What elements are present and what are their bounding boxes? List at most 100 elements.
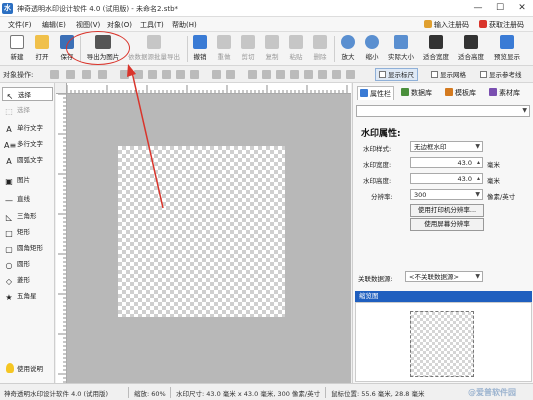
tool-select[interactable]: ↖ 选择: [2, 87, 53, 101]
tool-rectangle[interactable]: □ 矩形: [2, 225, 53, 239]
tool-star-label: 五角星: [17, 292, 37, 300]
align-middle-icon[interactable]: [176, 70, 185, 79]
tab-templates[interactable]: 模板库: [445, 86, 476, 100]
redo-label: 重做: [217, 53, 231, 61]
watermark-canvas[interactable]: [118, 146, 285, 317]
rotate-left-icon[interactable]: [248, 70, 257, 79]
redo-button[interactable]: 重做: [214, 34, 234, 64]
copy-button[interactable]: 复制: [262, 34, 282, 64]
tab-database-label: 数据库: [411, 89, 432, 97]
datasource-select[interactable]: <不关联数据源> ▼: [405, 271, 483, 282]
use-screen-resolution-button[interactable]: 使用屏幕分辨率: [410, 218, 484, 231]
menu-help[interactable]: 帮助(H): [172, 20, 197, 30]
tool-arc-text[interactable]: A 圆弧文字: [2, 153, 53, 167]
actual-size-button[interactable]: 实际大小: [385, 34, 417, 64]
align-bottom-icon[interactable]: [190, 70, 199, 79]
cut-button[interactable]: 剪切: [238, 34, 258, 64]
menu-view[interactable]: 视图(V): [76, 20, 100, 30]
align-right-icon[interactable]: [148, 70, 157, 79]
tool-star[interactable]: ★ 五角星: [2, 289, 53, 303]
vertical-ruler[interactable]: [56, 94, 67, 383]
tab-database[interactable]: 数据库: [401, 86, 432, 100]
new-button[interactable]: 新建: [6, 34, 28, 64]
distribute-h-icon[interactable]: [212, 70, 221, 79]
tool-triangle[interactable]: ◺ 三角形: [2, 209, 53, 223]
spinner-icon[interactable]: ▴: [477, 174, 480, 184]
preview-button[interactable]: 预览显示: [490, 34, 524, 64]
rotate-right-icon[interactable]: [262, 70, 271, 79]
align-left-icon[interactable]: [120, 70, 129, 79]
distribute-v-icon[interactable]: [226, 70, 235, 79]
tool-single-text[interactable]: A 单行文字: [2, 121, 53, 135]
zoom-out-button[interactable]: 缩小: [362, 34, 382, 64]
menu-file[interactable]: 文件(F): [8, 20, 32, 30]
fit-height-button[interactable]: 适合高度: [455, 34, 487, 64]
tool-multi-text[interactable]: A≡多行文字: [2, 137, 53, 151]
new-file-icon: [10, 35, 24, 49]
flip-h-icon[interactable]: [276, 70, 285, 79]
align-center-icon[interactable]: [134, 70, 143, 79]
tool-rounded-rect[interactable]: ▢ 圆角矩形: [2, 241, 53, 255]
flip-v-icon[interactable]: [290, 70, 299, 79]
maximize-button[interactable]: ☐: [489, 0, 511, 16]
style-label: 水印样式:: [363, 145, 392, 153]
zoom-in-button[interactable]: 放大: [338, 34, 358, 64]
unlock-icon[interactable]: [346, 70, 355, 79]
height-input[interactable]: 43.0 ▴: [410, 173, 483, 184]
resolution-select[interactable]: 300 ▼: [410, 189, 483, 200]
get-registration-link[interactable]: 获取注册码: [479, 20, 524, 30]
main-toolbar: 新建 打开 保存 导出为图片 依数据源批量导出 撤销 重做 剪切 复制 粘贴 删…: [0, 32, 533, 66]
tab-materials[interactable]: 素材库: [489, 86, 520, 100]
send-back-icon[interactable]: [66, 70, 75, 79]
menu-object[interactable]: 对象(O): [107, 20, 132, 30]
send-backward-icon[interactable]: [98, 70, 107, 79]
show-guides-toggle[interactable]: 显示参考线: [476, 68, 526, 81]
undo-label: 撤销: [193, 53, 207, 61]
bring-front-icon[interactable]: [50, 70, 59, 79]
tab-properties[interactable]: 属性栏: [357, 86, 394, 100]
ungroup-icon[interactable]: [318, 70, 327, 79]
style-value: 无边框水印: [414, 143, 447, 151]
open-button[interactable]: 打开: [31, 34, 53, 64]
align-top-icon[interactable]: [162, 70, 171, 79]
export-image-button[interactable]: 导出为图片: [80, 34, 126, 64]
undo-button[interactable]: 撤销: [190, 34, 210, 64]
bring-forward-icon[interactable]: [82, 70, 91, 79]
group-icon[interactable]: [304, 70, 313, 79]
lock-icon[interactable]: [332, 70, 341, 79]
object-select[interactable]: ▼: [356, 105, 530, 117]
star-icon: ★: [5, 293, 13, 302]
spinner-icon[interactable]: ▴: [477, 158, 480, 168]
help-link[interactable]: 使用说明: [6, 363, 43, 373]
width-input[interactable]: 43.0 ▴: [410, 157, 483, 168]
minimize-button[interactable]: —: [467, 0, 489, 16]
canvas-workspace[interactable]: [67, 94, 351, 383]
menu-edit[interactable]: 编辑(E): [42, 20, 66, 30]
height-label: 水印高度:: [363, 177, 392, 185]
delete-button[interactable]: 删除: [310, 34, 330, 64]
zoom-out-icon: [365, 35, 379, 49]
tool-diamond[interactable]: ◇ 菱形: [2, 273, 53, 287]
tool-line[interactable]: — 直线: [2, 192, 53, 206]
tool-image[interactable]: ▣ 图片: [2, 173, 53, 187]
fit-width-label: 适合宽度: [423, 53, 449, 61]
show-grid-toggle[interactable]: 显示网格: [427, 68, 470, 81]
batch-export-button[interactable]: 依数据源批量导出: [124, 34, 184, 64]
pointer-icon: ↖: [6, 92, 14, 101]
save-button[interactable]: 保存: [56, 34, 78, 64]
delete-icon: [313, 35, 327, 49]
tool-select-area[interactable]: ⬚ 选择: [2, 103, 53, 117]
fit-width-button[interactable]: 适合宽度: [420, 34, 452, 64]
close-button[interactable]: ✕: [511, 0, 533, 16]
style-select[interactable]: 无边框水印 ▼: [410, 141, 483, 152]
tool-circle[interactable]: ○ 圆形: [2, 257, 53, 271]
horizontal-ruler[interactable]: [56, 83, 351, 94]
thumbnail-preview: [410, 311, 474, 377]
use-printer-resolution-button[interactable]: 使用打印机分辨率...: [410, 204, 484, 217]
zoom-in-icon: [341, 35, 355, 49]
enter-registration-link[interactable]: 输入注册码: [424, 20, 469, 30]
window-title: 神奇透明水印设计软件 4.0 (试用版) - 未命名2.stb*: [17, 5, 179, 13]
menu-tools[interactable]: 工具(T): [140, 20, 164, 30]
paste-button[interactable]: 粘贴: [286, 34, 306, 64]
show-ruler-toggle[interactable]: 显示标尺: [375, 68, 418, 81]
